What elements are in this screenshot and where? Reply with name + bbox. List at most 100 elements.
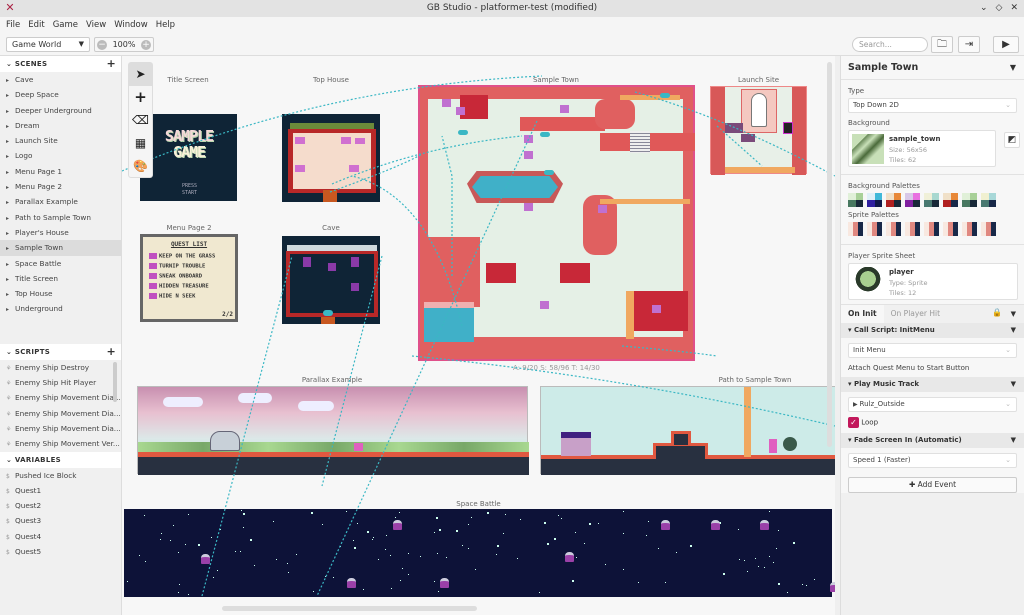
event-header-play-music[interactable]: ▾ Play Music Track ▼ (841, 377, 1024, 392)
add-script-button[interactable]: + (106, 344, 116, 360)
sprite-palette-swatch[interactable] (943, 222, 958, 236)
event-header-call-script[interactable]: ▾ Call Script: InitMenu ▼ (841, 323, 1024, 338)
list-item[interactable]: ▸ Launch Site (0, 133, 121, 148)
game-world-canvas[interactable]: Title Screen SAMPLE GAME PRESS START Top… (122, 56, 835, 615)
scene-path-to-sample-town[interactable] (540, 386, 835, 475)
background-palette-swatch[interactable] (924, 193, 939, 207)
menu-file[interactable]: File (6, 17, 20, 33)
list-item[interactable]: ▸ Parallax Example (0, 194, 121, 209)
list-item[interactable]: ▸ Logo (0, 148, 121, 163)
horizontal-scrollbar[interactable] (222, 606, 477, 611)
player-sprite-picker[interactable]: player Type: Sprite Tiles: 12 (848, 263, 1018, 300)
background-palette-swatch[interactable] (848, 193, 863, 207)
sprite-palette-swatch[interactable] (886, 222, 901, 236)
list-item[interactable]: ▸ Cave (0, 72, 121, 87)
export-button[interactable]: ⇥ (958, 36, 980, 53)
list-item[interactable]: ⚘ Enemy Ship Movement Ver... (0, 436, 121, 451)
event-menu-caret-icon[interactable]: ▼ (1011, 377, 1016, 392)
list-item[interactable]: ▸ Deeper Underground (0, 103, 121, 118)
list-item[interactable]: ⚘ Enemy Ship Movement Dia... (0, 390, 121, 405)
minimize-icon[interactable]: ⌄ (980, 0, 988, 17)
vertical-scrollbar[interactable] (827, 62, 832, 447)
list-item[interactable]: $ Quest2 (0, 498, 121, 513)
list-item[interactable]: ▸ Space Battle (0, 256, 121, 271)
sprite-palette-swatch[interactable] (981, 222, 996, 236)
menu-edit[interactable]: Edit (28, 17, 44, 33)
background-palette-swatch[interactable] (962, 193, 977, 207)
sprite-palette-swatch[interactable] (848, 222, 863, 236)
background-palette-swatch[interactable] (943, 193, 958, 207)
menu-window[interactable]: Window (114, 17, 148, 33)
open-folder-button[interactable]: 🗀 (931, 36, 953, 53)
scene-top-house[interactable] (282, 114, 380, 202)
list-item[interactable]: ▸ Menu Page 1 (0, 164, 121, 179)
scene-sample-town[interactable] (418, 85, 695, 361)
lock-icon[interactable]: 🔒 (992, 308, 1002, 317)
zoom-in-button[interactable]: + (141, 39, 151, 50)
background-palette-swatch[interactable] (981, 193, 996, 207)
menu-help[interactable]: Help (156, 17, 175, 33)
list-item[interactable]: $ Pushed Ice Block (0, 468, 121, 483)
list-item[interactable]: ▸ Menu Page 2 (0, 179, 121, 194)
scene-space-battle[interactable] (124, 509, 835, 597)
add-tool-button[interactable]: + (129, 86, 152, 109)
list-item[interactable]: $ Quest4 (0, 529, 121, 544)
loop-checkbox[interactable]: ✓ (848, 417, 859, 428)
scene-menu-page-2[interactable]: QUEST LIST KEEP ON THE GRASS TURNIP TROUB… (140, 234, 238, 322)
search-input[interactable]: Search... (852, 37, 928, 52)
scene-title-screen[interactable]: SAMPLE GAME PRESS START (140, 114, 237, 201)
sprite-palette-swatch[interactable] (924, 222, 939, 236)
zoom-out-button[interactable]: − (97, 39, 107, 50)
background-picker[interactable]: sample_town Size: 56x56 Tiles: 62 (848, 130, 996, 167)
fade-speed-select[interactable]: Speed 1 (Faster) ⌄ (848, 453, 1017, 468)
scene-name[interactable]: Sample Town (848, 62, 918, 73)
list-item[interactable]: ▸ Title Screen (0, 271, 121, 286)
tab-on-init[interactable]: On Init (841, 305, 884, 323)
play-button[interactable]: ▶ (993, 36, 1019, 53)
sprite-palette-swatch[interactable] (867, 222, 882, 236)
menu-game[interactable]: Game (53, 17, 78, 33)
scene-type-select[interactable]: Top Down 2D ⌄ (848, 98, 1017, 113)
list-item[interactable]: ▸ Deep Space (0, 87, 121, 102)
sprite-palette-swatch[interactable] (905, 222, 920, 236)
scene-launch-site[interactable] (710, 86, 807, 175)
background-palette-swatch[interactable] (886, 193, 901, 207)
background-palette-swatch[interactable] (867, 193, 882, 207)
list-item[interactable]: ▸ Sample Town (0, 240, 121, 256)
list-item[interactable]: $ Quest5 (0, 544, 121, 559)
list-item[interactable]: ⚘ Enemy Ship Destroy (0, 360, 121, 375)
view-select[interactable]: Game World ▼ (6, 37, 90, 52)
collision-tool-button[interactable]: ▦ (129, 132, 152, 155)
list-item[interactable]: ▸ Top House (0, 286, 121, 301)
scripts-header[interactable]: ⌄ SCRIPTS + (0, 343, 121, 360)
background-palette-swatch[interactable] (905, 193, 920, 207)
edit-background-button[interactable]: ◩ (1004, 132, 1020, 148)
menu-view[interactable]: View (86, 17, 106, 33)
scene-parallax-example[interactable] (137, 386, 529, 475)
list-item[interactable]: ⚘ Enemy Ship Movement Dia... (0, 421, 121, 436)
list-item[interactable]: ▸ Dream (0, 118, 121, 133)
scene-cave[interactable] (282, 236, 380, 324)
scenes-header[interactable]: ⌄ SCENES + (0, 56, 121, 72)
add-event-button[interactable]: ✚ Add Event (848, 477, 1017, 493)
add-scene-button[interactable]: + (106, 56, 116, 72)
tab-menu-caret-icon[interactable]: ▼ (1011, 305, 1016, 323)
select-tool-button[interactable]: ➤ (129, 63, 152, 86)
event-header-fade-in[interactable]: ▾ Fade Screen In (Automatic) ▼ (841, 433, 1024, 448)
sprite-palette-swatch[interactable] (962, 222, 977, 236)
eraser-tool-button[interactable]: ⌫ (129, 109, 152, 132)
tab-on-player-hit[interactable]: On Player Hit (884, 305, 947, 323)
close-icon[interactable]: ✕ (1010, 0, 1018, 17)
list-item[interactable]: ▸ Underground (0, 301, 121, 316)
list-item[interactable]: $ Quest3 (0, 513, 121, 528)
variables-header[interactable]: ⌄ VARIABLES (0, 451, 121, 468)
event-menu-caret-icon[interactable]: ▼ (1011, 323, 1016, 338)
event-menu-caret-icon[interactable]: ▼ (1011, 433, 1016, 448)
list-item[interactable]: ⚘ Enemy Ship Hit Player (0, 375, 121, 390)
script-select[interactable]: Init Menu ⌄ (848, 343, 1017, 358)
list-item[interactable]: ▸ Path to Sample Town (0, 210, 121, 225)
scripts-scrollbar[interactable] (113, 361, 117, 402)
dropdown-caret-icon[interactable]: ▼ (1010, 56, 1016, 80)
list-item[interactable]: $ Quest1 (0, 483, 121, 498)
list-item[interactable]: ▸ Player's House (0, 225, 121, 240)
